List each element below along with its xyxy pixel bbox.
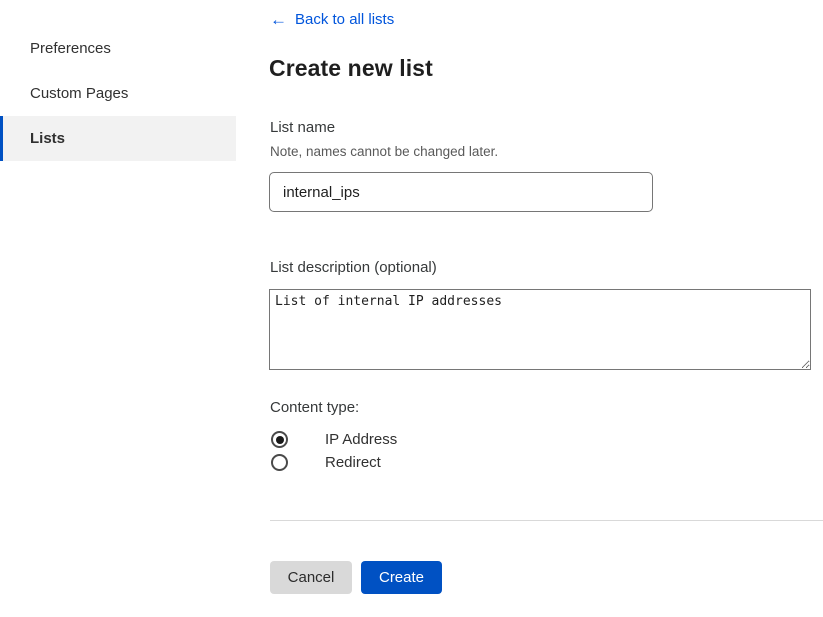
section-divider: [270, 520, 823, 521]
content-type-option-redirect[interactable]: Redirect: [271, 454, 381, 471]
radio-label: IP Address: [325, 431, 397, 448]
back-to-all-lists-link[interactable]: ← Back to all lists: [270, 11, 394, 28]
sidebar-item-lists[interactable]: Lists: [0, 116, 236, 161]
list-name-input[interactable]: [269, 172, 653, 212]
list-description-textarea[interactable]: List of internal IP addresses: [269, 289, 811, 370]
create-button[interactable]: Create: [361, 561, 442, 594]
radio-button-icon[interactable]: [271, 431, 288, 448]
back-arrow-icon: ←: [270, 11, 287, 28]
sidebar-item-preferences[interactable]: Preferences: [0, 26, 236, 71]
sidebar-item-custom-pages[interactable]: Custom Pages: [0, 71, 236, 116]
sidebar-item-label: Preferences: [30, 40, 111, 57]
cancel-button[interactable]: Cancel: [270, 561, 352, 594]
back-link-label: Back to all lists: [295, 11, 394, 28]
sidebar-item-label: Custom Pages: [30, 85, 128, 102]
radio-label: Redirect: [325, 454, 381, 471]
page-title: Create new list: [269, 55, 433, 82]
list-description-label: List description (optional): [270, 259, 437, 276]
radio-button-icon[interactable]: [271, 454, 288, 471]
list-name-note: Note, names cannot be changed later.: [270, 144, 498, 159]
content-type-option-ip-address[interactable]: IP Address: [271, 431, 397, 448]
sidebar-item-label: Lists: [30, 130, 65, 147]
settings-sidebar: Preferences Custom Pages Lists: [0, 26, 236, 161]
content-type-label: Content type:: [270, 399, 359, 416]
list-name-label: List name: [270, 119, 335, 136]
